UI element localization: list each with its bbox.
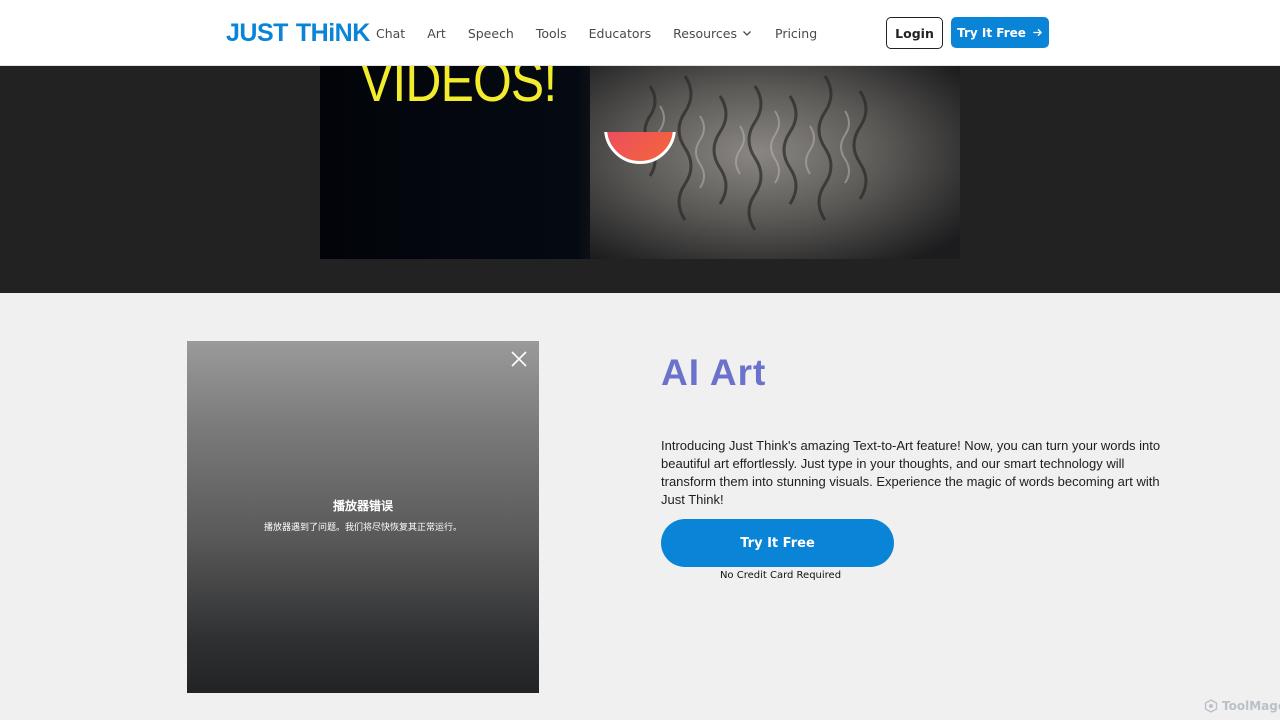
- nav-item-resources[interactable]: Resources: [673, 26, 753, 41]
- nav-item-pricing[interactable]: Pricing: [775, 26, 817, 41]
- toolmage-watermark: ToolMage: [1204, 699, 1280, 713]
- logo-text-think: THiNK: [295, 18, 370, 47]
- nav-item-art[interactable]: Art: [427, 26, 446, 41]
- site-header: JUST THiNK Chat Art Speech Tools Educato…: [0, 0, 1280, 66]
- player-error-message: 播放器遇到了问题。我们将尽快恢复其正常运行。: [263, 523, 462, 533]
- play-icon: [604, 132, 676, 164]
- login-label: Login: [895, 25, 934, 41]
- nav-label: Pricing: [775, 25, 818, 41]
- nav-label: Tools: [535, 25, 567, 41]
- nav-label: Resources: [673, 25, 737, 41]
- try-it-free-header-button[interactable]: Try It Free: [951, 17, 1049, 48]
- chevron-down-icon: [743, 31, 751, 36]
- toolmage-logo-icon: [1204, 699, 1218, 713]
- cta-label: Try It Free: [740, 535, 815, 551]
- nav-item-tools[interactable]: Tools: [536, 26, 567, 41]
- nav-item-speech[interactable]: Speech: [468, 26, 514, 41]
- nav-item-chat[interactable]: Chat: [376, 26, 405, 41]
- just-think-logo[interactable]: JUST THiNK: [226, 18, 370, 47]
- close-icon[interactable]: [510, 350, 528, 368]
- nav-label: Educators: [588, 25, 652, 41]
- nav-label: Art: [427, 25, 446, 41]
- nav-label: Speech: [467, 25, 514, 41]
- main-nav: Chat Art Speech Tools Educators Resource…: [376, 0, 839, 66]
- player-error-title: 播放器错误: [332, 499, 393, 513]
- arrow-right-icon: [1033, 28, 1042, 37]
- feature-title: AI Art: [661, 352, 767, 393]
- feature-description: Introducing Just Think's amazing Text-to…: [661, 438, 1161, 507]
- play-button[interactable]: [604, 132, 676, 164]
- watermark-text: ToolMage: [1222, 699, 1280, 713]
- try-label: Try It Free: [957, 25, 1026, 40]
- video-section: VIDEOS!: [0, 66, 1280, 293]
- art-demo-video[interactable]: [187, 341, 539, 693]
- nav-label: Chat: [376, 25, 406, 41]
- no-credit-card-note: No Credit Card Required: [719, 570, 842, 581]
- logo-text-just: JUST: [226, 18, 288, 47]
- video-title-text: VIDEOS!: [360, 66, 557, 114]
- try-it-free-button[interactable]: Try It Free: [661, 519, 894, 567]
- login-button[interactable]: Login: [886, 17, 943, 49]
- nav-item-educators[interactable]: Educators: [589, 26, 652, 41]
